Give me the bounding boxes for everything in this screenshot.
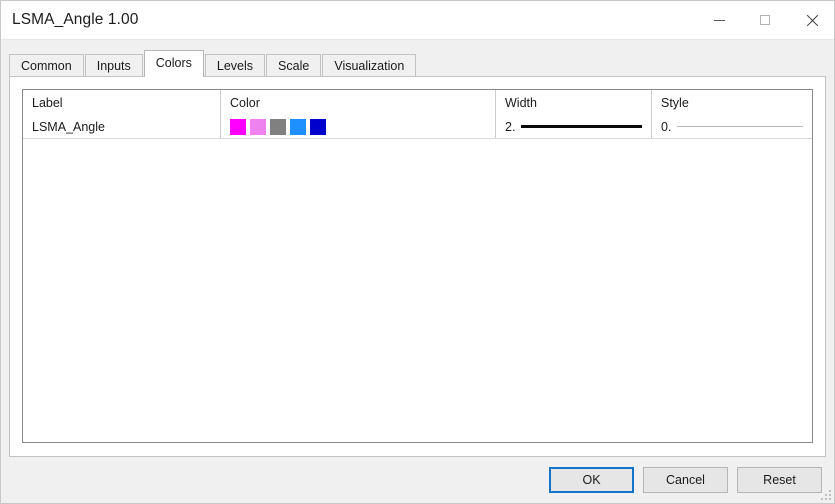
cell-color[interactable] [221,115,496,138]
column-header-label[interactable]: Label [23,90,221,115]
color-swatch-4[interactable] [290,118,306,135]
close-icon [805,14,818,27]
column-header-style[interactable]: Style [652,90,812,115]
close-button[interactable] [788,1,834,39]
table-header-row: Label Color Width Style [23,90,812,115]
colors-tab-panel: Label Color Width Style LSMA_Angle 2. 0. [9,76,826,457]
maximize-button[interactable] [742,1,788,39]
column-header-width[interactable]: Width [496,90,652,115]
tab-common[interactable]: Common [9,54,84,76]
tab-visualization-label: Visualization [334,59,405,73]
width-line-preview [521,125,642,128]
dialog-body: Common Inputs Colors Levels Scale Visual… [1,40,834,503]
tab-strip: Common Inputs Colors Levels Scale Visual… [9,50,417,77]
color-swatch-3[interactable] [270,118,286,135]
column-header-color[interactable]: Color [221,90,496,115]
tab-inputs[interactable]: Inputs [84,54,143,76]
color-swatch-5[interactable] [310,118,326,135]
colors-table[interactable]: Label Color Width Style LSMA_Angle 2. 0. [22,89,813,443]
color-swatch-list [230,118,326,135]
dialog-footer: OK Cancel Reset [540,465,822,495]
window-controls [696,1,834,39]
style-value: 0. [661,119,672,134]
tab-scale-label: Scale [278,59,310,73]
title-bar: LSMA_Angle 1.00 [1,1,834,40]
cancel-button[interactable]: Cancel [643,467,728,493]
maximize-icon [760,15,770,25]
style-line-preview [677,126,803,127]
reset-button[interactable]: Reset [737,467,822,493]
tab-levels-label: Levels [216,59,254,73]
table-row[interactable]: LSMA_Angle 2. 0. [23,115,812,139]
tab-colors[interactable]: Colors [143,50,204,77]
width-value: 2. [505,119,516,134]
minimize-button[interactable] [696,1,742,39]
properties-dialog-window: LSMA_Angle 1.00 Common Inputs Colors Lev… [0,0,835,504]
tab-inputs-label: Inputs [96,59,131,73]
cell-label: LSMA_Angle [23,115,221,138]
color-swatch-2[interactable] [250,118,266,135]
tab-colors-label: Colors [155,56,192,70]
color-swatch-1[interactable] [230,118,246,135]
tab-common-label: Common [21,59,72,73]
tab-levels[interactable]: Levels [204,54,266,76]
minimize-icon [713,19,725,21]
tab-scale[interactable]: Scale [266,54,322,76]
window-title: LSMA_Angle 1.00 [12,11,139,28]
cell-width[interactable]: 2. [496,115,652,138]
cell-style[interactable]: 0. [652,115,812,138]
table: Label Color Width Style LSMA_Angle 2. 0. [23,90,812,139]
ok-button[interactable]: OK [549,467,634,493]
width-value-group: 2. [505,120,651,134]
tab-visualization[interactable]: Visualization [322,54,417,76]
style-value-group: 0. [661,120,812,134]
resize-grip-icon[interactable] [819,488,831,500]
